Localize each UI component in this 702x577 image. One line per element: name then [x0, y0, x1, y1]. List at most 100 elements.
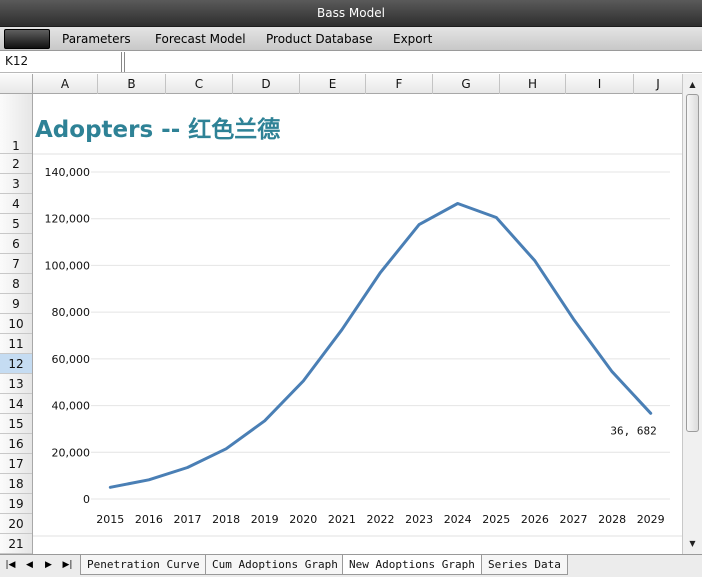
row-header-6[interactable]: 6: [0, 234, 32, 254]
x-tick-label: 2021: [328, 513, 356, 526]
data-point: [418, 223, 421, 226]
x-tick-label: 2022: [367, 513, 395, 526]
tab-penetration-curve[interactable]: Penetration Curve: [80, 555, 207, 575]
data-point: [379, 271, 382, 274]
row-header-18[interactable]: 18: [0, 474, 32, 494]
column-header-row: A B C D E F G H I J: [0, 74, 682, 94]
adopters-chart: 0 20,000 40,000 60,000 80,000 100,000 120,000 1…: [33, 153, 682, 537]
row-header-12[interactable]: 12: [0, 354, 32, 374]
row-header-14[interactable]: 14: [0, 394, 32, 414]
data-point: [302, 380, 305, 383]
data-point: [533, 259, 536, 262]
row-header-17[interactable]: 17: [0, 454, 32, 474]
first-sheet-icon[interactable]: |◀: [3, 558, 18, 573]
menu-forecast-model[interactable]: Forecast Model: [155, 27, 246, 51]
x-tick-label: 2016: [135, 513, 163, 526]
data-point: [340, 328, 343, 331]
data-point: [495, 216, 498, 219]
x-tick-label: 2027: [560, 513, 588, 526]
row-header-7[interactable]: 7: [0, 254, 32, 274]
row-header-11[interactable]: 11: [0, 334, 32, 354]
x-tick-label: 2025: [482, 513, 510, 526]
ribbon-bar: Parameters Forecast Model Product Databa…: [0, 27, 702, 51]
formula-bar: K12: [0, 51, 702, 73]
x-tick-label: 2018: [212, 513, 240, 526]
data-point: [109, 486, 112, 489]
row-header-15[interactable]: 15: [0, 414, 32, 434]
row-header-8[interactable]: 8: [0, 274, 32, 294]
row-header-4[interactable]: 4: [0, 194, 32, 214]
column-header-g[interactable]: G: [433, 74, 500, 94]
column-header-d[interactable]: D: [233, 74, 300, 94]
tab-cum-adoptions-graph[interactable]: Cum Adoptions Graph: [205, 555, 345, 575]
x-tick-label: 2024: [444, 513, 472, 526]
prev-sheet-icon[interactable]: ◀: [22, 558, 37, 573]
next-sheet-icon[interactable]: ▶: [41, 558, 56, 573]
column-header-j[interactable]: J: [634, 74, 682, 94]
name-box[interactable]: K12: [5, 54, 28, 68]
formula-bar-splitter[interactable]: [121, 52, 125, 72]
row-header-21[interactable]: 21: [0, 534, 32, 554]
column-header-i[interactable]: I: [566, 74, 634, 94]
data-point: [649, 412, 652, 415]
y-tick-label: 140,000: [45, 166, 91, 179]
row-header-10[interactable]: 10: [0, 314, 32, 334]
menu-product-database[interactable]: Product Database: [266, 27, 373, 51]
column-header-a[interactable]: A: [33, 74, 98, 94]
y-tick-label: 100,000: [45, 259, 91, 272]
row-header-16[interactable]: 16: [0, 434, 32, 454]
menu-parameters[interactable]: Parameters: [62, 27, 131, 51]
row-header-19[interactable]: 19: [0, 494, 32, 514]
y-tick-label: 0: [83, 493, 90, 506]
row-header-column: 1 2 3 4 5 6 7 8 9 10 11 12 13 14 15 16 1…: [0, 94, 33, 554]
row-header-5[interactable]: 5: [0, 214, 32, 234]
row-header-13[interactable]: 13: [0, 374, 32, 394]
x-tick-label: 2019: [251, 513, 279, 526]
last-sheet-icon[interactable]: ▶|: [60, 558, 75, 573]
y-tick-label: 120,000: [45, 213, 91, 226]
column-header-e[interactable]: E: [300, 74, 366, 94]
column-header-h[interactable]: H: [500, 74, 566, 94]
sheet-tab-bar: |◀ ◀ ▶ ▶| Penetration Curve Cum Adoption…: [0, 554, 702, 577]
x-tick-label: 2023: [405, 513, 433, 526]
column-header-c[interactable]: C: [166, 74, 233, 94]
menu-export[interactable]: Export: [393, 27, 432, 51]
column-header-b[interactable]: B: [98, 74, 166, 94]
y-tick-label: 40,000: [52, 400, 91, 413]
row-header-1[interactable]: 1: [0, 94, 32, 154]
window-title-bar: Bass Model: [0, 0, 702, 27]
column-header-f[interactable]: F: [366, 74, 433, 94]
x-tick-label: 2028: [598, 513, 626, 526]
data-point: [225, 447, 228, 450]
scroll-down-icon[interactable]: ▼: [685, 536, 700, 551]
y-tick-label: 80,000: [52, 306, 91, 319]
row-header-20[interactable]: 20: [0, 514, 32, 534]
data-point: [572, 318, 575, 321]
vertical-scroll-thumb[interactable]: [686, 94, 699, 432]
y-tick-label: 20,000: [52, 446, 91, 459]
x-tick-label: 2017: [174, 513, 202, 526]
data-point: [263, 419, 266, 422]
app-menu-button[interactable]: [4, 29, 50, 49]
window-title: Bass Model: [317, 6, 385, 20]
vertical-scrollbar[interactable]: ▲ ▼: [682, 74, 702, 554]
x-tick-label: 2015: [96, 513, 124, 526]
scroll-up-icon[interactable]: ▲: [685, 77, 700, 92]
data-point: [611, 370, 614, 373]
row-header-3[interactable]: 3: [0, 174, 32, 194]
series-line: [108, 202, 653, 489]
tab-new-adoptions-graph[interactable]: New Adoptions Graph: [342, 555, 482, 575]
worksheet-grid[interactable]: Adopters -- 红色兰德 0 20,000 40,000 60,000 80,0…: [33, 94, 682, 554]
row-header-2[interactable]: 2: [0, 154, 32, 174]
data-point: [186, 466, 189, 469]
data-point: [456, 202, 459, 205]
x-tick-label: 2029: [637, 513, 665, 526]
last-value-label: 36, 682: [610, 424, 656, 437]
select-all-corner[interactable]: [0, 74, 33, 94]
x-tick-label: 2026: [521, 513, 549, 526]
x-tick-label: 2020: [289, 513, 317, 526]
tab-series-data[interactable]: Series Data: [481, 555, 568, 575]
row-header-9[interactable]: 9: [0, 294, 32, 314]
y-tick-label: 60,000: [52, 353, 91, 366]
data-point: [147, 478, 150, 481]
